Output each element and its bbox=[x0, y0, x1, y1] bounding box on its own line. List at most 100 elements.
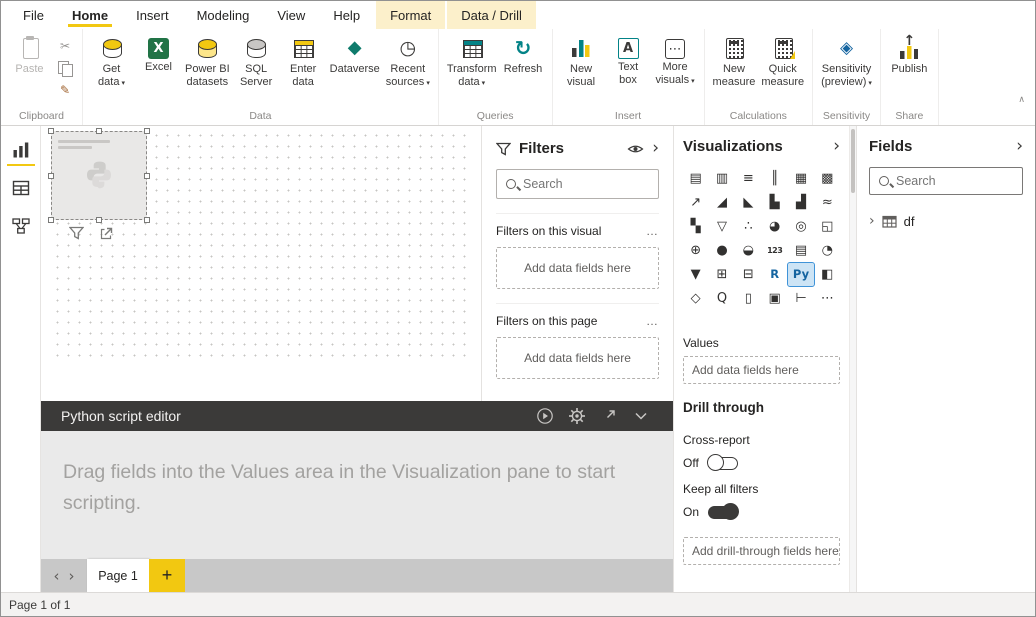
collapse-visualizations-pane-icon[interactable]: › bbox=[833, 138, 840, 155]
python-editor-placeholder[interactable]: Drag fields into the Values area in the … bbox=[41, 431, 673, 559]
publish-button[interactable]: ↑ Publish bbox=[886, 32, 933, 76]
filter-fields-drop-area[interactable]: Add data fields here bbox=[496, 247, 659, 289]
resize-handle[interactable] bbox=[48, 173, 54, 179]
focus-mode-icon[interactable] bbox=[100, 227, 113, 240]
new-page-button[interactable]: + bbox=[149, 559, 185, 592]
report-canvas[interactable] bbox=[41, 126, 481, 401]
key-influencers-icon[interactable]: ◧ bbox=[815, 263, 840, 286]
filter-fields-drop-area[interactable]: Add data fields here bbox=[496, 337, 659, 379]
fields-search-input[interactable] bbox=[896, 174, 1013, 188]
line-chart-icon[interactable]: ↗ bbox=[683, 191, 708, 214]
clustered-bar-chart-icon[interactable]: ≡ bbox=[736, 167, 761, 190]
cut-button[interactable] bbox=[55, 37, 75, 55]
format-painter-button[interactable] bbox=[55, 81, 75, 99]
100-stacked-column-chart-icon[interactable]: ▩ bbox=[815, 167, 840, 190]
clustered-column-chart-icon[interactable]: ║ bbox=[762, 167, 787, 190]
ribbon-chart-icon[interactable]: ≈ bbox=[815, 191, 840, 214]
quick-measure-button[interactable]: Quick measure bbox=[758, 32, 807, 90]
collapse-filters-pane-icon[interactable]: › bbox=[652, 140, 659, 157]
open-external-editor-button[interactable] bbox=[593, 409, 625, 423]
transform-data-button[interactable]: Transform data▾ bbox=[444, 32, 500, 90]
eye-icon[interactable] bbox=[627, 143, 644, 155]
resize-handle[interactable] bbox=[48, 128, 54, 134]
collapse-ribbon-icon[interactable]: ∧ bbox=[1018, 95, 1025, 105]
stacked-area-chart-icon[interactable]: ◣ bbox=[736, 191, 761, 214]
power-apps-icon[interactable]: ◇ bbox=[683, 287, 708, 310]
more-visuals-button[interactable]: ⋯ More visuals▾ bbox=[652, 32, 699, 88]
visual-filter-icon[interactable] bbox=[69, 226, 84, 240]
cross-report-toggle[interactable] bbox=[708, 457, 738, 470]
python-visual-placeholder[interactable] bbox=[51, 131, 147, 220]
refresh-button[interactable]: ↻ Refresh bbox=[500, 32, 547, 76]
100-stacked-bar-chart-icon[interactable]: ▦ bbox=[788, 167, 813, 190]
resize-handle[interactable] bbox=[144, 217, 150, 223]
sensitivity-button[interactable]: ◈ Sensitivity (preview)▾ bbox=[818, 32, 875, 90]
enter-data-button[interactable]: Enter data bbox=[280, 32, 327, 90]
q-and-a-icon[interactable]: Q bbox=[709, 287, 734, 310]
resize-handle[interactable] bbox=[144, 128, 150, 134]
page-tab[interactable]: Page 1 bbox=[87, 559, 149, 592]
resize-handle[interactable] bbox=[96, 128, 102, 134]
filters-search-input[interactable] bbox=[523, 177, 649, 191]
data-view-button[interactable] bbox=[7, 174, 35, 204]
report-view-button[interactable] bbox=[7, 136, 35, 166]
table-icon[interactable]: ⊞ bbox=[709, 263, 734, 286]
multi-row-card-icon[interactable]: ▤ bbox=[788, 239, 813, 262]
tab-data-drill[interactable]: Data / Drill bbox=[447, 1, 536, 29]
get-data-button[interactable]: Get data▾ bbox=[88, 32, 135, 90]
new-visual-button[interactable]: New visual bbox=[558, 32, 605, 90]
visualizations-scrollbar[interactable] bbox=[849, 126, 856, 592]
slicer-icon[interactable]: ▼ bbox=[683, 263, 708, 286]
tab-home[interactable]: Home bbox=[58, 1, 122, 29]
treemap-icon[interactable]: ◱ bbox=[815, 215, 840, 238]
tab-format[interactable]: Format bbox=[376, 1, 445, 29]
filled-map-icon[interactable]: ● bbox=[709, 239, 734, 262]
more-visual-options-icon[interactable]: ⋯ bbox=[815, 287, 840, 310]
area-chart-icon[interactable]: ◢ bbox=[709, 191, 734, 214]
power-bi-datasets-button[interactable]: Power BI datasets bbox=[182, 32, 233, 90]
resize-handle[interactable] bbox=[48, 217, 54, 223]
funnel-chart-icon[interactable]: ▽ bbox=[709, 215, 734, 238]
r-script-visual-icon[interactable]: R bbox=[762, 263, 787, 286]
waterfall-chart-icon[interactable]: ▚ bbox=[683, 215, 708, 238]
donut-chart-icon[interactable]: ◎ bbox=[788, 215, 813, 238]
keep-all-filters-toggle[interactable] bbox=[708, 506, 738, 519]
collapse-editor-button[interactable] bbox=[625, 412, 657, 421]
line-and-stacked-column-chart-icon[interactable]: ▙ bbox=[762, 191, 787, 214]
azure-map-icon[interactable]: ◒ bbox=[736, 239, 761, 262]
more-options-icon[interactable]: … bbox=[646, 224, 659, 238]
expand-chevron-icon[interactable]: › bbox=[869, 213, 875, 229]
python-visual-icon[interactable]: Py bbox=[788, 263, 813, 286]
resize-handle[interactable] bbox=[144, 173, 150, 179]
decomposition-tree-icon[interactable]: ⊢ bbox=[788, 287, 813, 310]
text-box-button[interactable]: A Text box bbox=[605, 32, 652, 88]
resize-handle[interactable] bbox=[96, 217, 102, 223]
drill-through-drop-area[interactable]: Add drill-through fields here bbox=[683, 537, 840, 565]
dataverse-button[interactable]: ◆ Dataverse bbox=[327, 32, 383, 76]
collapse-fields-pane-icon[interactable]: › bbox=[1016, 138, 1023, 155]
new-measure-button[interactable]: New measure bbox=[710, 32, 759, 90]
script-options-button[interactable] bbox=[561, 407, 593, 425]
more-options-icon[interactable]: … bbox=[646, 314, 659, 328]
sql-server-button[interactable]: SQL Server bbox=[233, 32, 280, 90]
excel-button[interactable]: X Excel bbox=[135, 32, 182, 74]
stacked-bar-chart-icon[interactable]: ▤ bbox=[683, 167, 708, 190]
previous-page-icon[interactable]: ‹ bbox=[49, 559, 64, 592]
map-icon[interactable]: ⊕ bbox=[683, 239, 708, 262]
pie-chart-icon[interactable]: ◕ bbox=[762, 215, 787, 238]
values-drop-area[interactable]: Add data fields here bbox=[683, 356, 840, 384]
tab-modeling[interactable]: Modeling bbox=[183, 1, 264, 29]
field-table-df[interactable]: › df bbox=[869, 213, 1023, 229]
scatter-chart-icon[interactable]: ∴ bbox=[736, 215, 761, 238]
scrollbar-thumb[interactable] bbox=[851, 129, 855, 193]
line-and-clustered-column-chart-icon[interactable]: ▟ bbox=[788, 191, 813, 214]
tab-insert[interactable]: Insert bbox=[122, 1, 183, 29]
tab-view[interactable]: View bbox=[263, 1, 319, 29]
card-icon[interactable]: 123 bbox=[762, 239, 787, 262]
stacked-column-chart-icon[interactable]: ▥ bbox=[709, 167, 734, 190]
next-page-icon[interactable]: › bbox=[64, 559, 79, 592]
paste-button[interactable]: Paste bbox=[6, 32, 53, 76]
tab-help[interactable]: Help bbox=[319, 1, 374, 29]
kpi-icon[interactable]: ◔ bbox=[815, 239, 840, 262]
tab-file[interactable]: File bbox=[9, 1, 58, 29]
